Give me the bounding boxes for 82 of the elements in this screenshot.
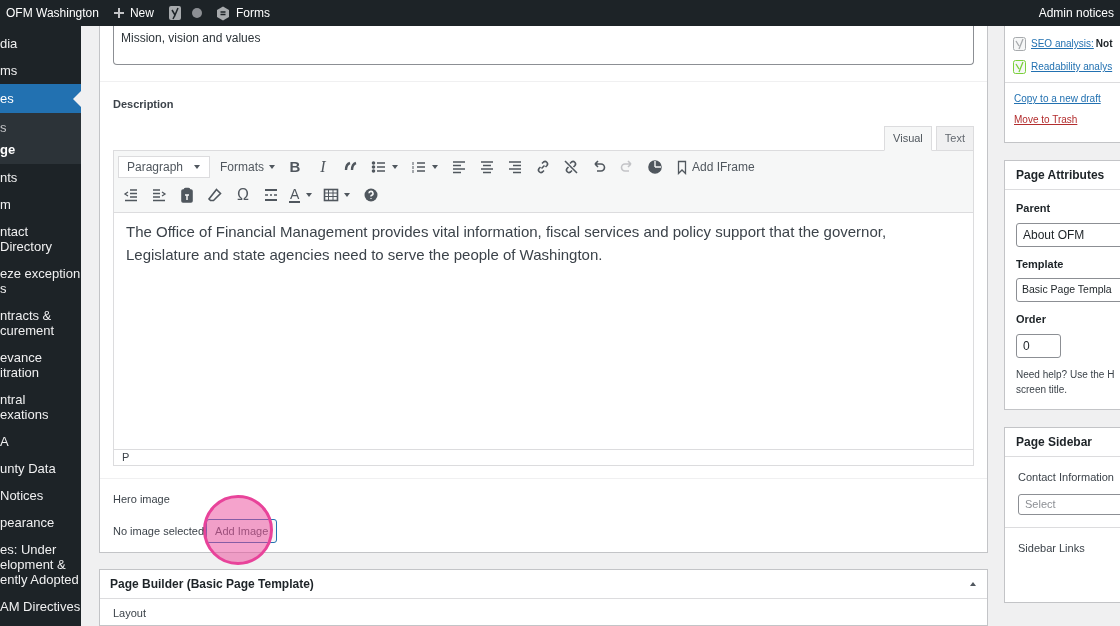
caret-icon[interactable]: [268, 163, 276, 171]
outdent-icon[interactable]: [123, 187, 139, 203]
indent-icon[interactable]: [151, 187, 167, 203]
template-select[interactable]: Basic Page Templa: [1016, 278, 1120, 302]
link-icon[interactable]: [535, 159, 551, 175]
unlink-icon[interactable]: [563, 159, 579, 175]
panel-title: Page Sidebar: [1005, 427, 1120, 457]
field-label: Layout: [112, 606, 148, 619]
sidebar-item[interactable]: A: [0, 428, 81, 455]
special-character-button[interactable]: Ω: [230, 183, 256, 207]
bookmark-icon[interactable]: [676, 159, 688, 175]
sidebar-item[interactable]: dia: [0, 30, 81, 57]
align-center-icon[interactable]: [479, 159, 495, 175]
table-icon[interactable]: [323, 187, 340, 203]
bullet-list-icon[interactable]: [371, 159, 387, 175]
caret-icon[interactable]: [431, 163, 439, 171]
align-left-icon[interactable]: [451, 159, 467, 175]
field-label: Description: [113, 97, 175, 112]
italic-button[interactable]: I: [310, 155, 336, 179]
sidebar-item[interactable]: unty Data: [0, 455, 81, 482]
field-label: Template: [1016, 256, 1065, 272]
eraser-icon[interactable]: [207, 187, 223, 203]
sidebar-item[interactable]: Notices: [0, 482, 81, 509]
collapse-caret-icon[interactable]: [969, 580, 977, 588]
plus-icon[interactable]: [112, 7, 125, 19]
caret-icon[interactable]: [391, 163, 399, 171]
help-text: Need help? Use the H screen title.: [1016, 367, 1116, 397]
sidebar-item[interactable]: m: [0, 191, 81, 218]
text-color-glyph: A: [289, 187, 301, 203]
sidebar-item[interactable]: es: [0, 84, 81, 113]
horizontal-rule-icon[interactable]: [263, 187, 279, 203]
formats-menu[interactable]: Formats: [216, 155, 280, 179]
clipboard-icon[interactable]: [179, 187, 195, 203]
sidebar-item[interactable]: nts: [0, 164, 81, 191]
parent-select[interactable]: About OFM: [1016, 222, 1120, 247]
panel-title: Page Attributes: [1005, 161, 1120, 190]
format-select[interactable]: Paragraph: [118, 156, 210, 178]
new-link[interactable]: New: [112, 4, 154, 22]
submenu-item[interactable]: ge: [0, 142, 81, 157]
sidebar-item[interactable]: es: Under elopment & ently Adopted: [0, 536, 81, 593]
sidebar-item[interactable]: ms: [0, 57, 81, 84]
field-label: Sidebar Links: [1017, 541, 1086, 556]
analysis-link[interactable]: SEO analysis:: [1031, 36, 1094, 51]
sidebar-item[interactable]: eze exception s: [0, 260, 81, 302]
sidebar-item[interactable]: evance itration: [0, 344, 81, 386]
sidebar-item[interactable]: AM Directives: [0, 593, 81, 620]
forms-link[interactable]: Forms: [215, 4, 270, 22]
element-path: P: [114, 448, 973, 465]
trash-link[interactable]: Move to Trash: [1014, 112, 1120, 127]
bold-button[interactable]: B: [282, 155, 308, 179]
analysis-result: Not: [1095, 37, 1113, 51]
caret-icon[interactable]: [343, 191, 352, 199]
add-iframe-button[interactable]: Add IFrame: [670, 155, 761, 179]
editor-tab[interactable]: Visual: [884, 125, 932, 151]
copy-draft-link[interactable]: Copy to a new draft: [1014, 91, 1120, 106]
align-right-icon[interactable]: [507, 159, 523, 175]
field-label: Parent: [1016, 201, 1052, 216]
field-label: Hero image: [113, 491, 171, 507]
contact-select[interactable]: Select: [1018, 493, 1120, 515]
numbered-list-icon[interactable]: [411, 159, 427, 175]
order-field[interactable]: 0: [1016, 333, 1061, 358]
submenu-item[interactable]: s: [0, 120, 81, 135]
site-name-link[interactable]: OFM Washington: [6, 4, 99, 22]
sidebar-item[interactable]: ntact Directory: [0, 218, 81, 260]
panel-title: Page Builder (Basic Page Template): [110, 576, 314, 593]
sidebar-item[interactable]: ntral exations: [0, 386, 81, 428]
undo-icon[interactable]: [591, 159, 607, 175]
analysis-link[interactable]: Readability analys: [1031, 59, 1113, 74]
field-label: Contact Information: [1018, 469, 1115, 485]
admin-notices-link[interactable]: Admin notices: [1038, 4, 1114, 22]
editor-tab[interactable]: Text: [935, 125, 974, 151]
hexagon-icon[interactable]: [215, 5, 230, 21]
field-label: Order: [1016, 312, 1047, 327]
caret-icon[interactable]: [193, 163, 201, 171]
caret-icon[interactable]: [305, 191, 314, 199]
sidebar-item[interactable]: pearance: [0, 509, 81, 536]
pie-chart-icon[interactable]: [647, 159, 663, 175]
title-field[interactable]: Mission, vision and values: [113, 26, 974, 65]
help-icon[interactable]: [363, 187, 380, 203]
text-color-button[interactable]: A: [286, 183, 317, 207]
yoast-icon[interactable]: [167, 5, 182, 21]
sidebar-item[interactable]: ntracts & curement: [0, 302, 81, 344]
